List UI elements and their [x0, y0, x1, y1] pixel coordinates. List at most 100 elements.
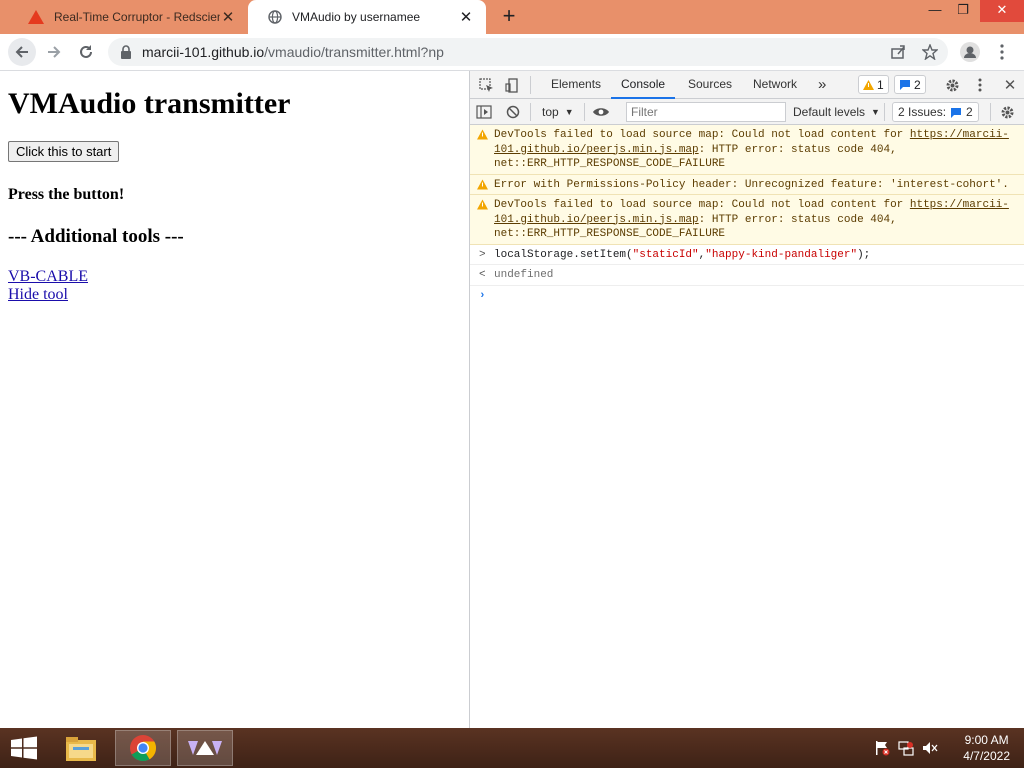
tab-close-icon[interactable]: ✕: [458, 8, 474, 26]
console-result-entry: < undefined: [470, 265, 1024, 286]
arrow-right-icon: [48, 46, 61, 58]
console-output: DevTools failed to load source map: Coul…: [470, 125, 1024, 306]
devtools-settings-button[interactable]: [942, 75, 962, 95]
clock-time: 9:00 AM: [964, 733, 1009, 747]
tab-vmaudio[interactable]: VMAudio by usernamee ✕: [248, 0, 486, 34]
warning-red-icon: [28, 10, 44, 24]
context-selector[interactable]: top ▼: [542, 102, 574, 122]
devtools-menu-button[interactable]: [970, 75, 990, 95]
speaker-mute-icon: [923, 742, 938, 754]
inspect-element-button[interactable]: [476, 75, 496, 95]
start-button[interactable]: [4, 728, 44, 768]
console-filter-input[interactable]: [626, 102, 786, 122]
console-warning: DevTools failed to load source map: Coul…: [470, 125, 1024, 175]
new-tab-button[interactable]: +: [496, 4, 522, 30]
system-clock[interactable]: 9:00 AM 4/7/2022: [963, 732, 1010, 764]
clear-console-button[interactable]: [506, 102, 520, 122]
window-close-button[interactable]: ✕: [980, 0, 1024, 22]
volume-muted-icon[interactable]: [921, 739, 939, 757]
flag-icon: [876, 741, 890, 756]
console-warning: DevTools failed to load source map: Coul…: [470, 195, 1024, 245]
code-text: localStorage.setItem(: [494, 248, 633, 261]
hide-tool-link[interactable]: Hide tool: [8, 286, 461, 304]
log-levels-dropdown[interactable]: Default levels ▼: [793, 102, 880, 122]
back-button[interactable]: [8, 38, 36, 66]
messages-badge[interactable]: 2: [894, 75, 926, 94]
dropdown-arrow-icon: ▼: [871, 107, 880, 117]
devtools-close-button[interactable]: ✕: [1000, 75, 1020, 95]
reload-button[interactable]: [72, 38, 100, 66]
message-text: DevTools failed to load source map: Coul…: [494, 199, 910, 211]
sidebar-icon: [476, 105, 492, 119]
devtools-tab-network[interactable]: Network: [753, 71, 797, 99]
dropdown-arrow-icon: ▼: [564, 107, 574, 117]
divider: [584, 103, 585, 121]
network-icon[interactable]: [897, 739, 915, 757]
clock-date: 4/7/2022: [963, 749, 1010, 763]
divider: [530, 103, 531, 121]
prompt-chevron-icon: ›: [479, 289, 486, 302]
tools-heading: --- Additional tools ---: [8, 226, 184, 247]
live-expression-button[interactable]: [592, 102, 610, 122]
url-path: /vmaudio/transmitter.html?np: [264, 44, 444, 60]
devtools-tab-sources[interactable]: Sources: [688, 71, 732, 99]
issues-count: 2: [966, 105, 973, 119]
divider: [990, 103, 991, 121]
sidebar-toggle-button[interactable]: [476, 102, 492, 122]
devtools-tab-elements[interactable]: Elements: [551, 71, 601, 99]
code-string: "happy-kind-pandaliger": [705, 248, 858, 261]
star-icon: [922, 44, 938, 60]
chevron-right-icon: >: [479, 248, 486, 261]
bookmark-button[interactable]: [916, 38, 944, 66]
inspect-cursor-icon: [478, 77, 493, 92]
device-icon: [504, 77, 518, 93]
start-button[interactable]: Click this to start: [8, 141, 120, 162]
divider: [884, 103, 885, 121]
status-text: Press the button!: [8, 186, 125, 203]
kebab-menu-icon: [1000, 44, 1004, 60]
tab-close-icon[interactable]: ✕: [220, 8, 236, 26]
more-tabs-button[interactable]: »: [818, 71, 826, 99]
chrome-taskbar-button[interactable]: [115, 730, 171, 766]
minimize-button[interactable]: —: [920, 0, 950, 22]
log-levels-label: Default levels: [793, 105, 866, 119]
share-button[interactable]: [884, 38, 912, 66]
chevron-left-icon: <: [479, 269, 486, 281]
console-toolbar: top ▼ Default levels ▼ 2 Issues: 2: [470, 99, 1024, 125]
page-content: VMAudio transmitter Click this to start …: [0, 71, 469, 728]
network-icon-svg: [898, 741, 914, 756]
browser-menu-button[interactable]: [988, 38, 1016, 66]
browser-toolbar: marcii-101.github.io/vmaudio/transmitter…: [0, 34, 1024, 71]
warnings-badge[interactable]: 1: [858, 75, 889, 94]
windows-logo-icon: [11, 736, 37, 760]
address-bar[interactable]: marcii-101.github.io/vmaudio/transmitter…: [108, 38, 948, 66]
forward-button[interactable]: [40, 38, 68, 66]
console-settings-button[interactable]: [1000, 102, 1015, 122]
console-prompt[interactable]: ›: [470, 286, 1024, 306]
context-value: top: [542, 105, 559, 119]
device-toolbar-button[interactable]: [502, 75, 522, 95]
devtools-panel: Elements Console Sources Network » 1 2 ✕…: [469, 71, 1024, 728]
warning-icon: [477, 199, 488, 210]
tab-strip: Real-Time Corruptor - Redscientist ✕ VMA…: [0, 0, 1024, 34]
message-text: DevTools failed to load source map: Coul…: [494, 129, 910, 141]
result-text: undefined: [494, 269, 554, 281]
divider: [530, 76, 531, 94]
file-explorer-button[interactable]: [58, 728, 104, 768]
folder-icon: [66, 737, 96, 761]
globe-icon: [268, 10, 282, 24]
taskbar: 9:00 AM 4/7/2022: [0, 728, 1024, 768]
warning-icon: [863, 79, 874, 90]
profile-button[interactable]: [956, 38, 984, 66]
kebab-menu-icon: [978, 78, 982, 92]
action-center-icon[interactable]: [873, 739, 891, 757]
app-taskbar-button[interactable]: [177, 730, 233, 766]
lock-icon: [121, 45, 131, 59]
vb-cable-link[interactable]: VB-CABLE: [8, 268, 461, 286]
maximize-button[interactable]: ❐: [948, 0, 978, 22]
devtools-tab-console[interactable]: Console: [611, 71, 676, 99]
share-icon: [891, 45, 905, 59]
issues-button[interactable]: 2 Issues: 2: [892, 102, 979, 122]
tab-realtime-corruptor[interactable]: Real-Time Corruptor - Redscientist ✕: [8, 0, 248, 34]
message-icon: [951, 107, 962, 118]
